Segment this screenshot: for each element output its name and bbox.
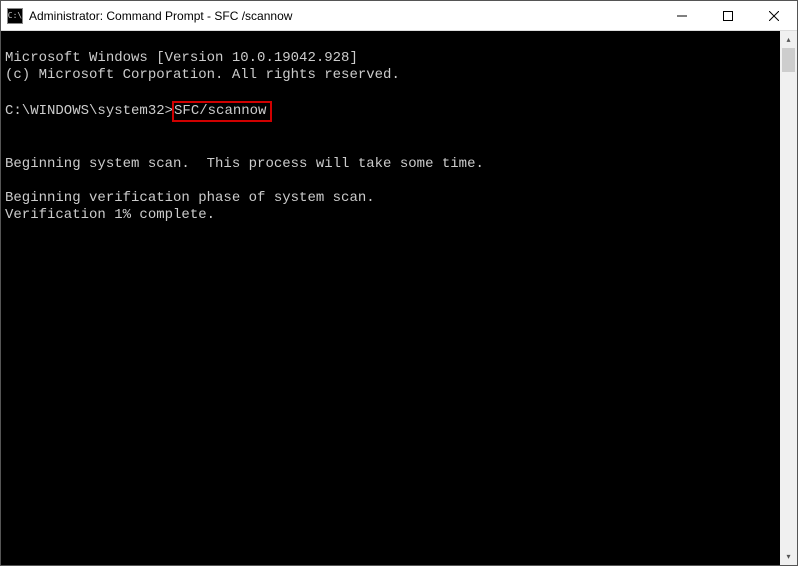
maximize-icon [723,11,733,21]
scroll-down-icon: ▾ [786,552,790,561]
window-title: Administrator: Command Prompt - SFC /sca… [29,9,659,23]
scroll-down-button[interactable]: ▾ [780,548,797,565]
window-controls [659,1,797,30]
titlebar[interactable]: C:\ Administrator: Command Prompt - SFC … [1,1,797,31]
scroll-up-button[interactable]: ▴ [780,31,797,48]
scroll-thumb[interactable] [782,48,795,72]
output-line: Beginning system scan. This process will… [5,156,484,172]
scroll-up-icon: ▴ [786,35,790,44]
console-area[interactable]: Microsoft Windows [Version 10.0.19042.92… [1,31,797,565]
console-output: Microsoft Windows [Version 10.0.19042.92… [1,31,797,226]
prompt-path: C:\WINDOWS\system32> [5,103,173,120]
cmd-icon: C:\ [7,8,23,24]
close-icon [769,11,779,21]
minimize-icon [677,11,687,21]
minimize-button[interactable] [659,1,705,30]
output-line: Beginning verification phase of system s… [5,190,375,206]
prompt-line: C:\WINDOWS\system32>SFC/scannow [5,101,793,122]
output-line: (c) Microsoft Corporation. All rights re… [5,67,400,83]
output-line: Verification 1% complete. [5,207,215,223]
command-text: SFC/scannow [174,103,266,119]
cmd-window: C:\ Administrator: Command Prompt - SFC … [0,0,798,566]
vertical-scrollbar[interactable]: ▴ ▾ [780,31,797,565]
command-highlight: SFC/scannow [172,101,272,122]
output-line: Microsoft Windows [Version 10.0.19042.92… [5,50,358,66]
cmd-icon-label: C:\ [8,12,22,20]
maximize-button[interactable] [705,1,751,30]
close-button[interactable] [751,1,797,30]
